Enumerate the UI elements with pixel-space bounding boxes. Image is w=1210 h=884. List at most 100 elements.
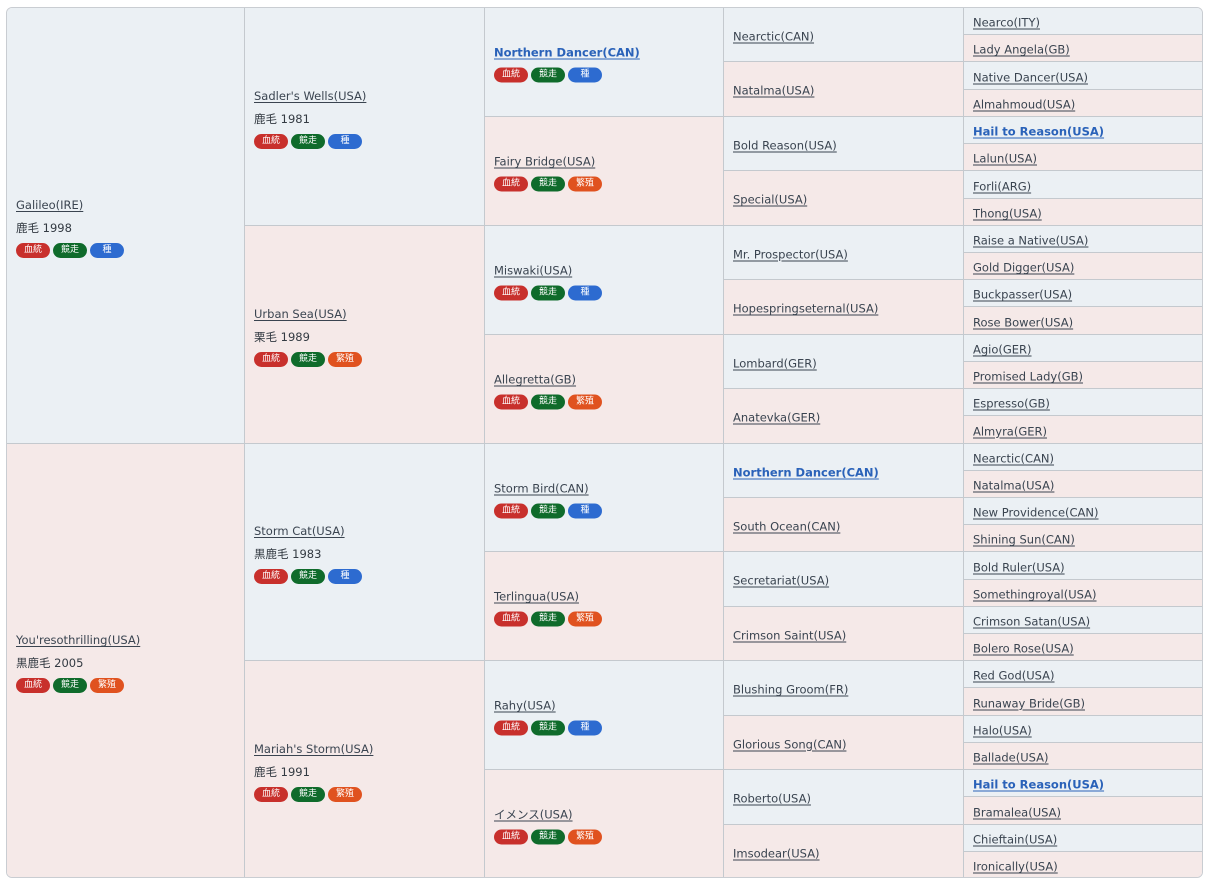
badge-blood[interactable]: 血統 <box>494 829 528 845</box>
horse-name-link[interactable]: Imsodear(USA) <box>733 846 820 860</box>
horse-name-link[interactable]: Miswaki(USA) <box>494 264 572 278</box>
horse-name-link[interactable]: Special(USA) <box>733 193 807 207</box>
horse-name-link[interactable]: New Providence(CAN) <box>973 506 1099 520</box>
horse-name-link[interactable]: Nearctic(CAN) <box>973 452 1054 466</box>
horse-name-link[interactable]: Runaway Bride(GB) <box>973 696 1085 710</box>
horse-name-link[interactable]: Storm Bird(CAN) <box>494 481 589 495</box>
horse-name-link[interactable]: Chieftain(USA) <box>973 833 1057 847</box>
badge-blood[interactable]: 血統 <box>254 569 288 584</box>
horse-name-link[interactable]: Gold Digger(USA) <box>973 261 1074 275</box>
horse-name-link[interactable]: Red God(USA) <box>973 669 1055 683</box>
badge-breed[interactable]: 繁殖 <box>90 678 124 693</box>
badge-blood[interactable]: 血統 <box>254 133 288 149</box>
badge-sire[interactable]: 種 <box>568 503 602 518</box>
horse-name-link[interactable]: Shining Sun(CAN) <box>973 533 1075 547</box>
horse-name-link[interactable]: Almahmoud(USA) <box>973 98 1075 112</box>
horse-name-link[interactable]: Northern Dancer(CAN) <box>733 465 879 479</box>
horse-name-link[interactable]: Nearctic(CAN) <box>733 29 814 43</box>
horse-name-link[interactable]: Nearco(ITY) <box>973 16 1040 30</box>
badge-blood[interactable]: 血統 <box>494 720 528 736</box>
badge-race[interactable]: 競走 <box>53 242 87 258</box>
horse-name-link[interactable]: Bold Reason(USA) <box>733 138 837 152</box>
horse-name-link[interactable]: Forli(ARG) <box>973 179 1031 193</box>
horse-name-link[interactable]: Northern Dancer(CAN) <box>494 46 640 60</box>
horse-name-link[interactable]: Hail to Reason(USA) <box>973 778 1104 792</box>
badge-race[interactable]: 競走 <box>531 829 565 845</box>
horse-name-link[interactable]: Native Dancer(USA) <box>973 70 1088 84</box>
horse-name-link[interactable]: Urban Sea(USA) <box>254 307 347 321</box>
horse-name-link[interactable]: Agio(GER) <box>973 343 1032 357</box>
horse-name-link[interactable]: Rahy(USA) <box>494 699 556 713</box>
badge-race[interactable]: 競走 <box>291 133 325 149</box>
badge-blood[interactable]: 血統 <box>254 786 288 802</box>
badge-blood[interactable]: 血統 <box>494 503 528 518</box>
horse-name-link[interactable]: Somethingroyal(USA) <box>973 588 1097 602</box>
horse-name-link[interactable]: Mr. Prospector(USA) <box>733 247 848 261</box>
horse-name-link[interactable]: Ballade(USA) <box>973 751 1049 765</box>
horse-name-link[interactable]: Roberto(USA) <box>733 792 811 806</box>
horse-name-link[interactable]: Bolero Rose(USA) <box>973 642 1074 656</box>
horse-name-link[interactable]: Rose Bower(USA) <box>973 315 1073 329</box>
horse-name-link[interactable]: Allegretta(GB) <box>494 373 576 387</box>
badge-blood[interactable]: 血統 <box>16 242 50 258</box>
badge-breed[interactable]: 繁殖 <box>568 829 602 845</box>
badge-sire[interactable]: 種 <box>568 720 602 736</box>
horse-name-link[interactable]: Bramalea(USA) <box>973 805 1061 819</box>
horse-name-link[interactable]: Raise a Native(USA) <box>973 234 1088 248</box>
horse-name-link[interactable]: Anatevka(GER) <box>733 411 820 425</box>
horse-name-link[interactable]: イメンス(USA) <box>494 808 573 822</box>
horse-name-link[interactable]: Sadler's Wells(USA) <box>254 89 366 103</box>
horse-name-link[interactable]: Lady Angela(GB) <box>973 43 1070 57</box>
badge-race[interactable]: 競走 <box>291 786 325 802</box>
badge-blood[interactable]: 血統 <box>494 394 528 410</box>
horse-name-link[interactable]: South Ocean(CAN) <box>733 519 840 533</box>
badge-sire[interactable]: 種 <box>568 67 602 83</box>
badge-blood[interactable]: 血統 <box>494 285 528 301</box>
badge-sire[interactable]: 種 <box>90 242 124 258</box>
horse-name-link[interactable]: Halo(USA) <box>973 724 1032 738</box>
horse-name-link[interactable]: Ironically(USA) <box>973 860 1058 874</box>
horse-name-link[interactable]: Bold Ruler(USA) <box>973 560 1065 574</box>
horse-name-link[interactable]: Terlingua(USA) <box>494 590 579 604</box>
horse-name-link[interactable]: Mariah's Storm(USA) <box>254 742 373 756</box>
badge-blood[interactable]: 血統 <box>494 611 528 627</box>
horse-name-link[interactable]: Lalun(USA) <box>973 152 1037 166</box>
horse-name-link[interactable]: Natalma(USA) <box>733 84 814 98</box>
badge-sire[interactable]: 種 <box>568 285 602 301</box>
horse-name-link[interactable]: Galileo(IRE) <box>16 198 83 212</box>
horse-name-link[interactable]: Glorious Song(CAN) <box>733 737 846 751</box>
badge-race[interactable]: 競走 <box>531 176 565 192</box>
badge-breed[interactable]: 繁殖 <box>328 351 362 367</box>
badge-race[interactable]: 競走 <box>531 503 565 518</box>
badge-blood[interactable]: 血統 <box>494 67 528 83</box>
badge-breed[interactable]: 繁殖 <box>328 786 362 802</box>
horse-name-link[interactable]: Lombard(GER) <box>733 356 817 370</box>
horse-name-link[interactable]: Buckpasser(USA) <box>973 288 1072 302</box>
badge-sire[interactable]: 種 <box>328 569 362 584</box>
badge-breed[interactable]: 繁殖 <box>568 176 602 192</box>
horse-name-link[interactable]: Storm Cat(USA) <box>254 524 345 538</box>
badge-race[interactable]: 競走 <box>531 67 565 83</box>
horse-name-link[interactable]: Almyra(GER) <box>973 424 1047 438</box>
horse-name-link[interactable]: Fairy Bridge(USA) <box>494 155 595 169</box>
badge-race[interactable]: 競走 <box>291 351 325 367</box>
badge-race[interactable]: 競走 <box>531 611 565 627</box>
badge-race[interactable]: 競走 <box>531 285 565 301</box>
horse-name-link[interactable]: Blushing Groom(FR) <box>733 683 848 697</box>
horse-name-link[interactable]: Thong(USA) <box>973 207 1042 221</box>
horse-name-link[interactable]: Natalma(USA) <box>973 479 1054 493</box>
badge-breed[interactable]: 繁殖 <box>568 611 602 627</box>
horse-name-link[interactable]: Hopespringseternal(USA) <box>733 302 878 316</box>
badge-race[interactable]: 競走 <box>53 678 87 693</box>
badge-blood[interactable]: 血統 <box>494 176 528 192</box>
horse-name-link[interactable]: Crimson Saint(USA) <box>733 628 846 642</box>
horse-name-link[interactable]: Promised Lady(GB) <box>973 370 1083 384</box>
horse-name-link[interactable]: Crimson Satan(USA) <box>973 615 1090 629</box>
horse-name-link[interactable]: Espresso(GB) <box>973 397 1050 411</box>
badge-breed[interactable]: 繁殖 <box>568 394 602 410</box>
badge-race[interactable]: 競走 <box>531 720 565 736</box>
badge-blood[interactable]: 血統 <box>16 678 50 693</box>
badge-sire[interactable]: 種 <box>328 133 362 149</box>
badge-blood[interactable]: 血統 <box>254 351 288 367</box>
badge-race[interactable]: 競走 <box>291 569 325 584</box>
